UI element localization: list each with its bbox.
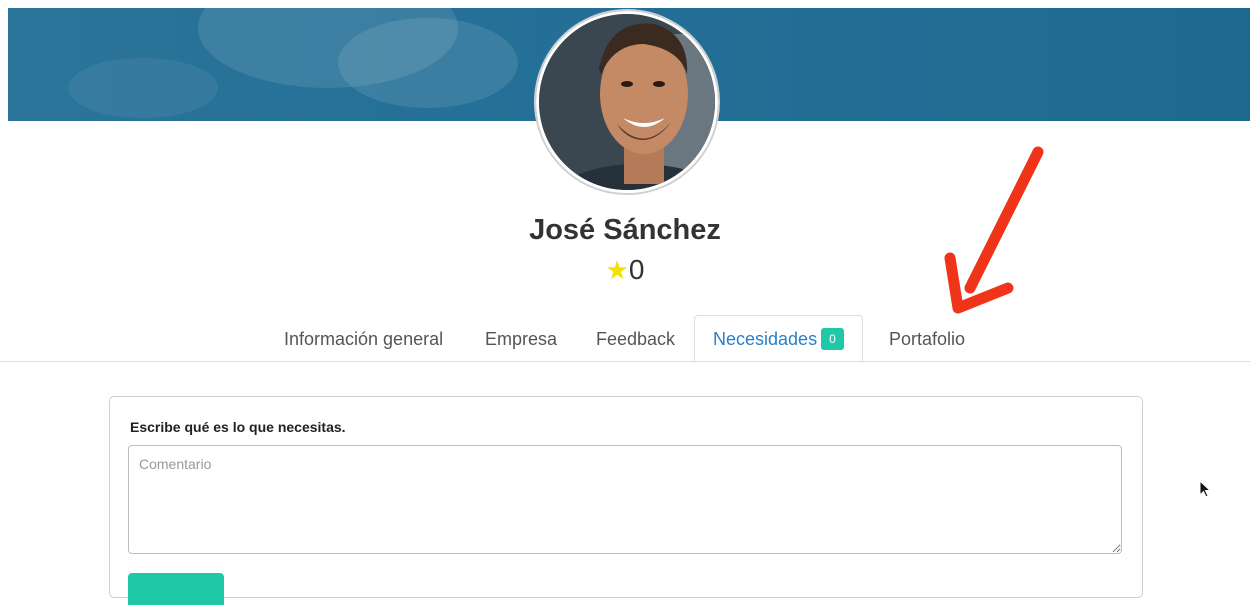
tab-label: Información general	[284, 329, 444, 349]
tabs-divider	[0, 361, 1250, 362]
submit-button[interactable]	[128, 573, 224, 605]
tab-necesidades[interactable]: Necesidades 0	[694, 315, 863, 363]
comment-textarea[interactable]	[128, 445, 1122, 554]
cover-decoration	[68, 58, 218, 118]
count-badge: 0	[821, 328, 844, 350]
needs-panel: Escribe qué es lo que necesitas.	[109, 396, 1143, 605]
cover-decoration	[338, 18, 518, 108]
avatar-photo	[539, 14, 715, 190]
tab-empresa[interactable]: Empresa	[485, 316, 557, 362]
tab-portafolio[interactable]: Portafolio	[889, 316, 965, 362]
tab-label: Portafolio	[889, 329, 966, 349]
mouse-cursor	[1199, 480, 1212, 498]
tab-label: Empresa	[485, 329, 558, 349]
needs-label: Escribe qué es lo que necesitas.	[130, 419, 346, 435]
tab-label: Necesidades	[713, 329, 818, 349]
profile-name: José Sánchez	[529, 214, 721, 246]
avatar[interactable]	[536, 11, 718, 193]
tab-informacion-general[interactable]: Información general	[284, 316, 443, 362]
rating-value: 0	[628, 254, 645, 285]
star-icon: ★	[605, 255, 629, 285]
rating: ★0	[0, 254, 1250, 286]
annotation-arrow	[944, 146, 1044, 314]
tab-feedback[interactable]: Feedback	[596, 316, 675, 362]
tab-label: Feedback	[596, 329, 676, 349]
